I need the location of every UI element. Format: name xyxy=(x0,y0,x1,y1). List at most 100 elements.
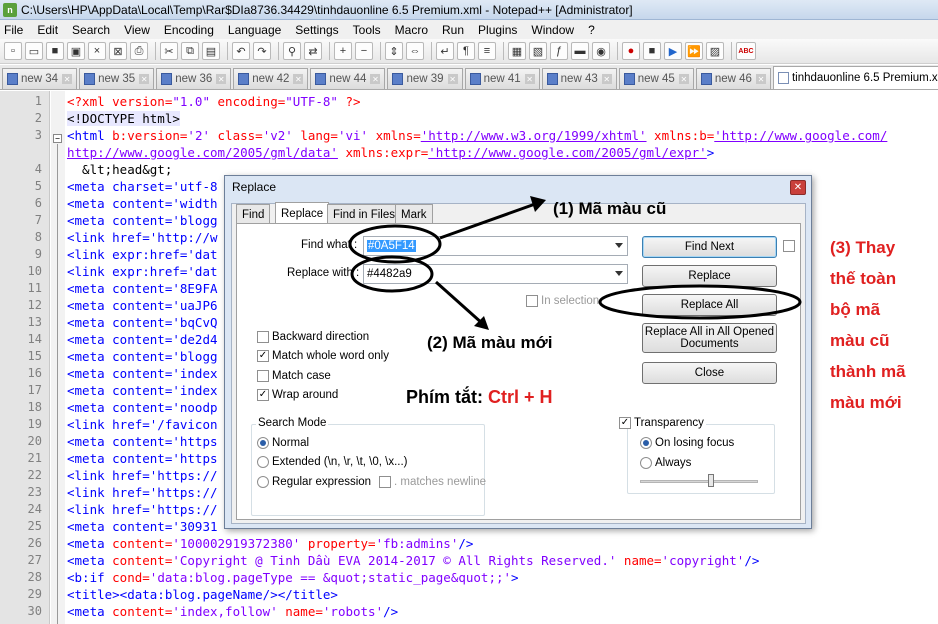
zoom-in-icon[interactable]: + xyxy=(334,42,352,60)
tab-new-34[interactable]: new 34 ✕ xyxy=(2,68,78,89)
menu-run[interactable]: Run xyxy=(442,23,464,37)
paste-icon[interactable]: ▤ xyxy=(202,42,220,60)
on-losing-focus-radio[interactable]: On losing focus xyxy=(640,437,734,449)
menu-tools[interactable]: Tools xyxy=(353,23,381,37)
tab-new-42[interactable]: new 42 ✕ xyxy=(233,68,309,89)
close-tab-icon[interactable]: ✕ xyxy=(139,74,150,84)
replace-all-opened-button[interactable]: Replace All in All Opened Documents xyxy=(642,323,777,353)
copy-icon[interactable]: ⧉ xyxy=(181,42,199,60)
function-list-icon[interactable]: ƒ xyxy=(550,42,568,60)
folder-icon[interactable]: ▬ xyxy=(571,42,589,60)
tab-tinhdauonline[interactable]: tinhdauonline 6.5 Premium.xml xyxy=(772,66,938,89)
checkbox-box xyxy=(379,476,391,488)
close-icon[interactable]: × xyxy=(88,42,106,60)
tab-new-35[interactable]: new 35 ✕ xyxy=(79,68,155,89)
find-what-combo[interactable]: #0A5F14 xyxy=(363,236,628,256)
close-all-icon[interactable]: ⊠ xyxy=(109,42,127,60)
fold-toggle-icon[interactable]: − xyxy=(53,134,62,143)
replace-with-combo[interactable]: #4482a9 xyxy=(363,264,628,284)
transparency-slider-thumb[interactable] xyxy=(707,474,714,487)
tab-new-45[interactable]: new 45 ✕ xyxy=(618,68,694,89)
replace-button[interactable]: Replace xyxy=(642,265,777,287)
menu-settings[interactable]: Settings xyxy=(295,23,338,37)
menu-view[interactable]: View xyxy=(124,23,150,37)
close-tab-icon[interactable]: ✕ xyxy=(293,74,304,84)
menu-window[interactable]: Window xyxy=(531,23,574,37)
match-case-checkbox[interactable]: Match case xyxy=(257,370,331,382)
tab-new-39[interactable]: new 39 ✕ xyxy=(387,68,463,89)
replace-all-button[interactable]: Replace All xyxy=(642,294,777,316)
spellcheck-icon[interactable]: ABC xyxy=(736,42,756,60)
new-file-icon[interactable]: ▫ xyxy=(4,42,22,60)
zoom-out-icon[interactable]: − xyxy=(355,42,373,60)
indent-guide-icon[interactable]: ≡ xyxy=(478,42,496,60)
udl-icon[interactable]: ▦ xyxy=(508,42,526,60)
close-tab-icon[interactable]: ✕ xyxy=(755,74,766,84)
extended-radio[interactable]: Extended (\n, \r, \t, \0, \x...) xyxy=(257,456,408,468)
tab-find[interactable]: Find xyxy=(236,204,271,224)
backward-direction-checkbox[interactable]: Backward direction xyxy=(257,331,369,343)
menu-macro[interactable]: Macro xyxy=(395,23,428,37)
monitor-icon[interactable]: ◉ xyxy=(592,42,610,60)
tab-mark[interactable]: Mark xyxy=(395,204,433,224)
find-icon[interactable]: ⚲ xyxy=(283,42,301,60)
open-file-icon[interactable]: ▭ xyxy=(25,42,43,60)
doc-map-icon[interactable]: ▧ xyxy=(529,42,547,60)
find-next-button[interactable]: Find Next xyxy=(642,236,777,258)
matches-newline-checkbox[interactable]: . matches newline xyxy=(379,476,486,488)
undo-icon[interactable]: ↶ xyxy=(232,42,250,60)
close-tab-icon[interactable]: ✕ xyxy=(62,74,73,84)
save-all-icon[interactable]: ▣ xyxy=(67,42,85,60)
tab-new-44[interactable]: new 44 ✕ xyxy=(310,68,386,89)
close-tab-icon[interactable]: ✕ xyxy=(601,74,612,84)
sync-h-icon[interactable]: ⇔ xyxy=(406,42,424,60)
chevron-down-icon[interactable] xyxy=(615,271,623,276)
menu-help[interactable]: ? xyxy=(588,23,595,37)
sync-v-icon[interactable]: ⇕ xyxy=(385,42,403,60)
close-icon[interactable]: ✕ xyxy=(790,180,806,195)
close-tab-icon[interactable]: ✕ xyxy=(447,74,458,84)
normal-radio[interactable]: Normal xyxy=(257,437,309,449)
run-macro-icon[interactable]: ⏩ xyxy=(685,42,703,60)
menu-language[interactable]: Language xyxy=(228,23,281,37)
tab-new-41[interactable]: new 41 ✕ xyxy=(464,68,540,89)
find-next-option-checkbox[interactable] xyxy=(783,240,798,252)
redo-icon[interactable]: ↷ xyxy=(253,42,271,60)
in-selection-checkbox[interactable]: In selection xyxy=(526,295,599,307)
close-tab-icon[interactable]: ✕ xyxy=(678,74,689,84)
tab-replace[interactable]: Replace xyxy=(275,202,330,224)
tab-new-43[interactable]: new 43 ✕ xyxy=(541,68,617,89)
always-radio[interactable]: Always xyxy=(640,457,691,469)
tab-new-36[interactable]: new 36 ✕ xyxy=(156,68,232,89)
close-tab-icon[interactable]: ✕ xyxy=(524,74,535,84)
regex-radio[interactable]: Regular expression xyxy=(257,476,371,488)
save-macro-icon[interactable]: ▨ xyxy=(706,42,724,60)
menu-file[interactable]: File xyxy=(4,23,23,37)
radio-dot xyxy=(257,437,269,449)
match-whole-word-checkbox[interactable]: ✓ Match whole word only xyxy=(257,350,389,362)
cut-icon[interactable]: ✂ xyxy=(160,42,178,60)
stop-macro-icon[interactable]: ■ xyxy=(643,42,661,60)
chevron-down-icon[interactable] xyxy=(615,243,623,248)
transparency-slider-track[interactable] xyxy=(640,480,758,483)
tab-label: new 36 xyxy=(175,73,213,85)
transparency-checkbox[interactable]: ✓ Transparency xyxy=(619,417,706,429)
all-chars-icon[interactable]: ¶ xyxy=(457,42,475,60)
play-macro-icon[interactable]: ▶ xyxy=(664,42,682,60)
menu-encoding[interactable]: Encoding xyxy=(164,23,214,37)
wrap-around-checkbox[interactable]: ✓ Wrap around xyxy=(257,389,338,401)
print-icon[interactable]: ⎙ xyxy=(130,42,148,60)
save-icon[interactable]: ■ xyxy=(46,42,64,60)
menu-edit[interactable]: Edit xyxy=(37,23,58,37)
record-macro-icon[interactable]: ● xyxy=(622,42,640,60)
code-line: <meta content='index,follow' name='robot… xyxy=(67,604,398,619)
close-tab-icon[interactable]: ✕ xyxy=(370,74,381,84)
replace-icon[interactable]: ⇄ xyxy=(304,42,322,60)
tab-new-46[interactable]: new 46 ✕ xyxy=(695,68,771,89)
close-tab-icon[interactable]: ✕ xyxy=(216,74,227,84)
close-button[interactable]: Close xyxy=(642,362,777,384)
wrap-icon[interactable]: ↵ xyxy=(436,42,454,60)
menu-plugins[interactable]: Plugins xyxy=(478,23,517,37)
menu-search[interactable]: Search xyxy=(72,23,110,37)
tab-find-in-files[interactable]: Find in Files xyxy=(327,204,401,224)
